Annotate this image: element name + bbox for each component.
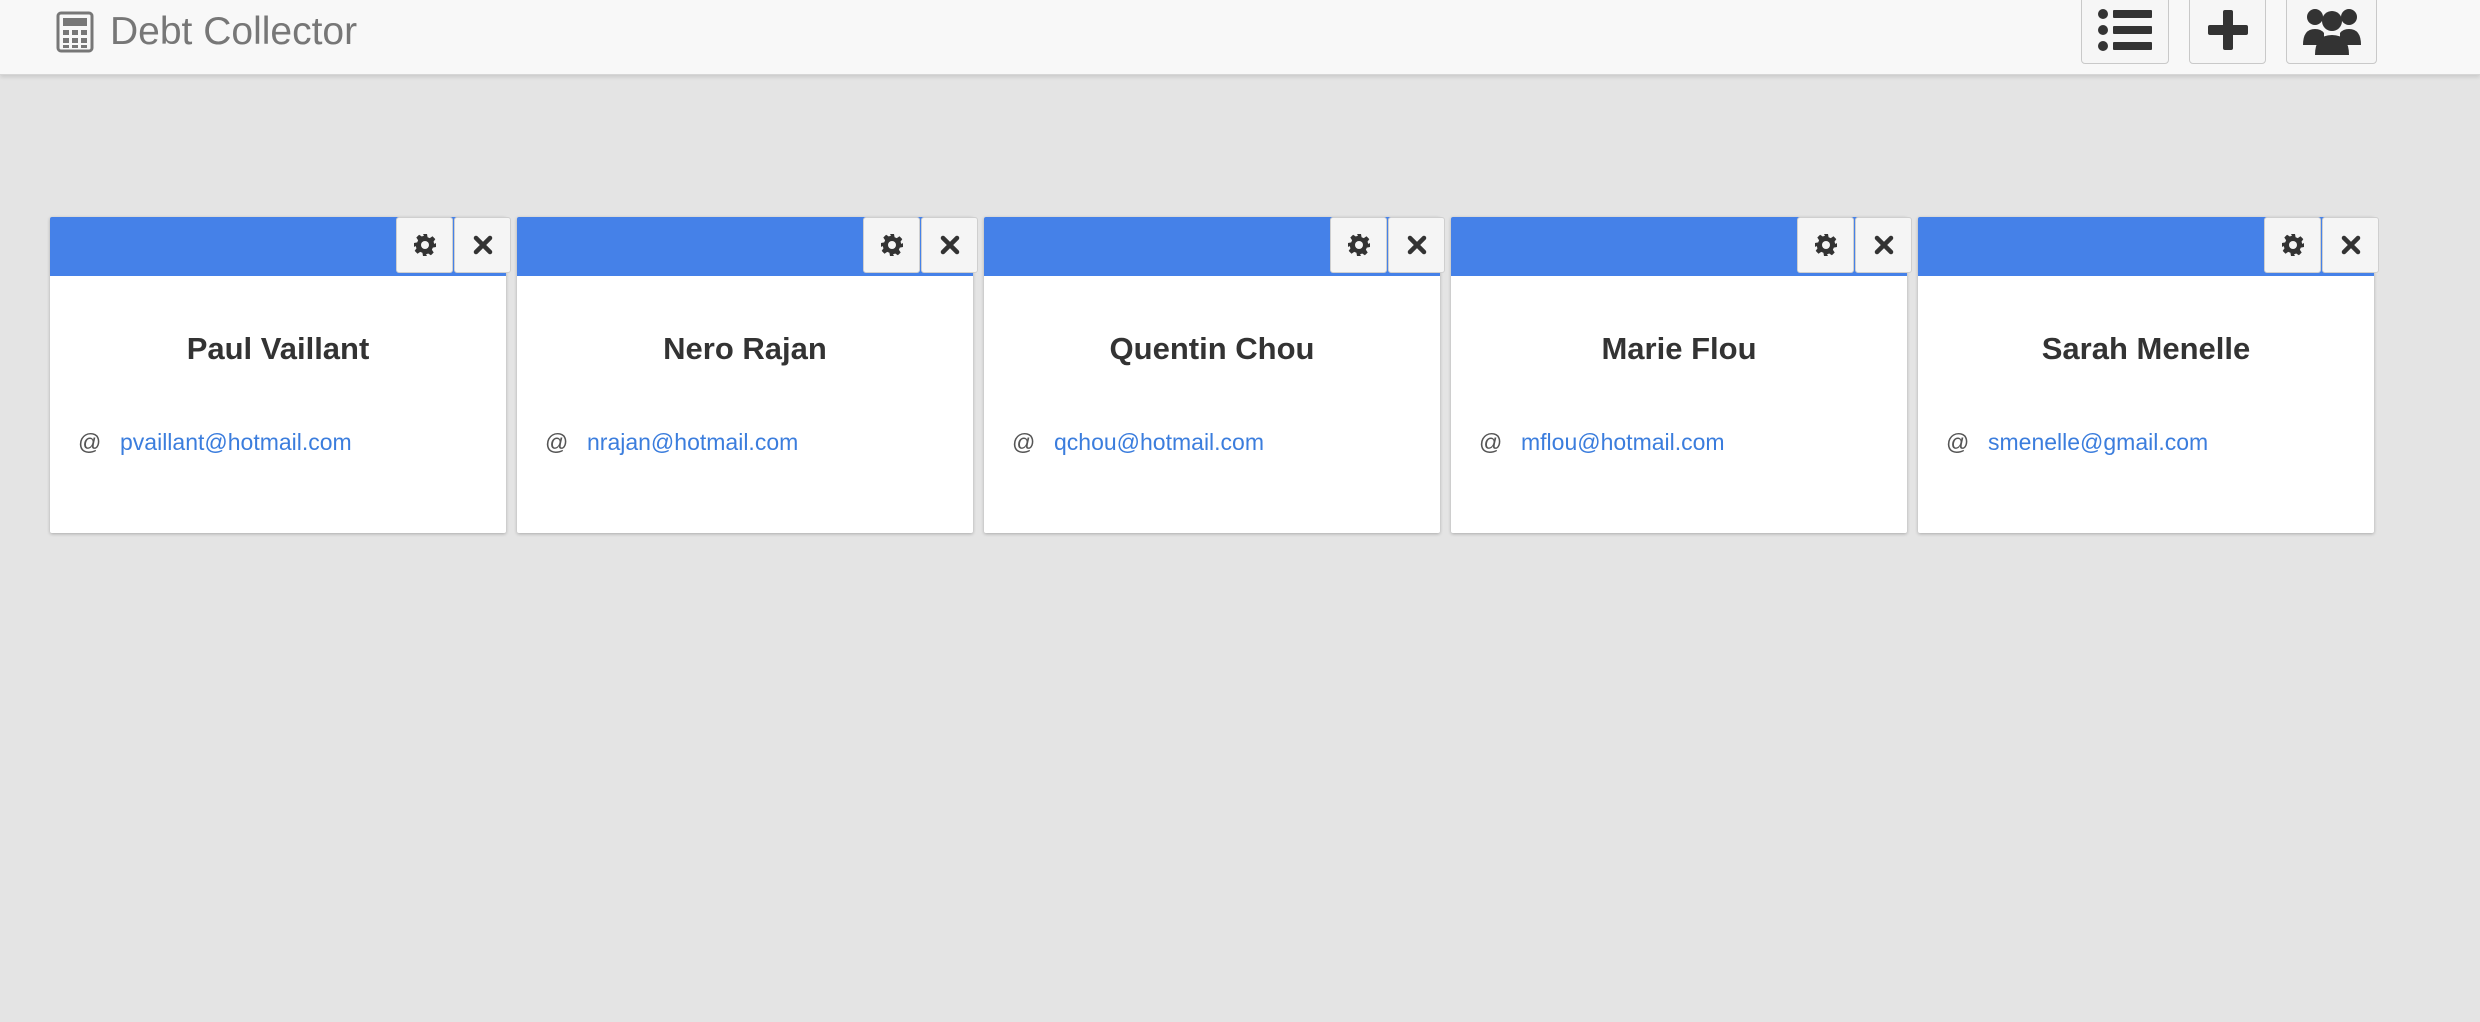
contact-name: Marie Flou: [1601, 331, 1757, 366]
gear-icon: [1347, 234, 1370, 256]
contact-card: Paul Vaillant @ pvaillant@hotmail.com: [50, 217, 511, 533]
delete-button[interactable]: [1855, 217, 1912, 273]
delete-button[interactable]: [921, 217, 978, 273]
settings-button[interactable]: [1797, 217, 1854, 273]
navbar: Debt Collector: [0, 0, 2480, 75]
delete-button[interactable]: [454, 217, 511, 273]
at-icon: @: [1946, 429, 1970, 455]
contact-card: Quentin Chou @ qchou@hotmail.com: [984, 217, 1445, 533]
gear-icon: [1814, 234, 1837, 256]
email-row: @ nrajan@hotmail.com: [545, 429, 798, 456]
delete-button[interactable]: [1388, 217, 1445, 273]
app-title: Debt Collector: [110, 10, 358, 53]
email-row: @ smenelle@gmail.com: [1946, 429, 2208, 456]
settings-button[interactable]: [863, 217, 920, 273]
close-icon: [2341, 235, 2360, 255]
settings-button[interactable]: [2264, 217, 2321, 273]
email-row: @ pvaillant@hotmail.com: [78, 429, 352, 456]
settings-button[interactable]: [396, 217, 453, 273]
close-icon: [940, 235, 959, 255]
email-link[interactable]: qchou@hotmail.com: [1054, 429, 1264, 456]
list-button[interactable]: [2081, 0, 2169, 64]
add-button[interactable]: [2189, 0, 2266, 64]
email-link[interactable]: smenelle@gmail.com: [1988, 429, 2208, 456]
at-icon: @: [1012, 429, 1036, 455]
contact-card: Marie Flou @ mflou@hotmail.com: [1451, 217, 1912, 533]
at-icon: @: [1479, 429, 1503, 455]
at-icon: @: [545, 429, 569, 455]
close-icon: [1874, 235, 1893, 255]
email-row: @ mflou@hotmail.com: [1479, 429, 1725, 456]
gear-icon: [2281, 234, 2304, 256]
contact-name: Quentin Chou: [1109, 331, 1315, 366]
gear-icon: [413, 234, 436, 256]
contact-name: Paul Vaillant: [186, 331, 370, 366]
gear-icon: [880, 234, 903, 256]
delete-button[interactable]: [2322, 217, 2379, 273]
email-link[interactable]: pvaillant@hotmail.com: [120, 429, 352, 456]
contact-name: Nero Rajan: [663, 331, 827, 366]
users-icon: [2302, 9, 2361, 55]
email-row: @ qchou@hotmail.com: [1012, 429, 1264, 456]
contact-card: Sarah Menelle @ smenelle@gmail.com: [1918, 217, 2379, 533]
close-icon: [1407, 235, 1426, 255]
contact-name: Sarah Menelle: [2041, 331, 2251, 366]
email-link[interactable]: nrajan@hotmail.com: [587, 429, 798, 456]
users-button[interactable]: [2286, 0, 2377, 64]
contact-card: Nero Rajan @ nrajan@hotmail.com: [517, 217, 978, 533]
at-icon: @: [78, 429, 102, 455]
settings-button[interactable]: [1330, 217, 1387, 273]
list-icon: [2098, 9, 2152, 51]
plus-icon: [2207, 10, 2248, 50]
email-link[interactable]: mflou@hotmail.com: [1521, 429, 1725, 456]
brand[interactable]: Debt Collector: [56, 6, 357, 58]
calculator-icon: [56, 11, 94, 53]
close-icon: [473, 235, 492, 255]
